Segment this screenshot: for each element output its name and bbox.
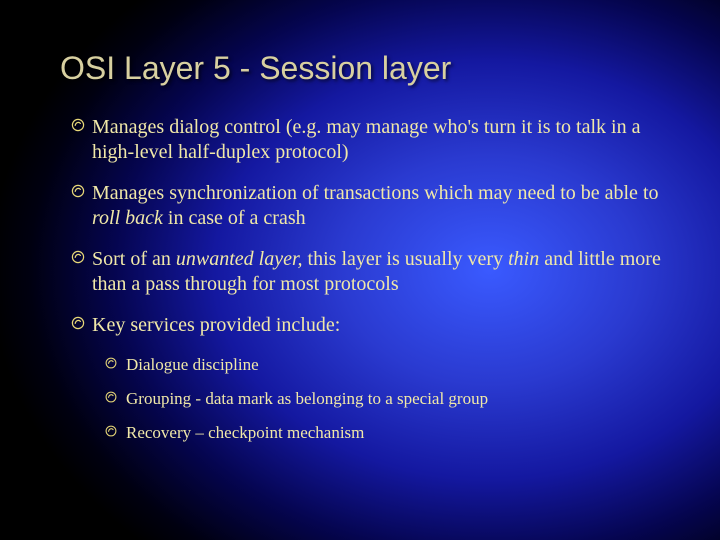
bullet-level-1: Manages synchronization of transactions … xyxy=(70,181,670,231)
bullet-level-1: Sort of an unwanted layer, this layer is… xyxy=(70,247,670,297)
bullet-text: Grouping - data mark as belonging to a s… xyxy=(126,389,488,408)
bullet-icon xyxy=(104,356,118,370)
bullet-icon xyxy=(70,249,86,265)
bullet-level-1: Manages dialog control (e.g. may manage … xyxy=(70,115,670,165)
slide: OSI Layer 5 - Session layer Manages dial… xyxy=(0,0,720,540)
bullet-text: Sort of an unwanted layer, this layer is… xyxy=(92,248,661,295)
bullet-level-2: Dialogue discipline xyxy=(104,354,670,376)
bullet-text: Dialogue discipline xyxy=(126,355,259,374)
bullet-icon xyxy=(70,183,86,199)
bullet-icon xyxy=(104,390,118,404)
bullet-text: Manages synchronization of transactions … xyxy=(92,182,659,229)
bullet-level-2: Grouping - data mark as belonging to a s… xyxy=(104,388,670,410)
bullet-icon xyxy=(70,117,86,133)
bullet-level-2: Recovery – checkpoint mechanism xyxy=(104,422,670,444)
bullet-icon xyxy=(70,315,86,331)
bullet-text: Recovery – checkpoint mechanism xyxy=(126,423,364,442)
bullet-icon xyxy=(104,424,118,438)
bullet-level-1: Key services provided include: xyxy=(70,313,670,338)
slide-title: OSI Layer 5 - Session layer xyxy=(60,50,670,87)
bullet-text: Key services provided include: xyxy=(92,314,340,336)
bullet-text: Manages dialog control (e.g. may manage … xyxy=(92,116,640,163)
bullet-list: Manages dialog control (e.g. may manage … xyxy=(60,115,670,444)
